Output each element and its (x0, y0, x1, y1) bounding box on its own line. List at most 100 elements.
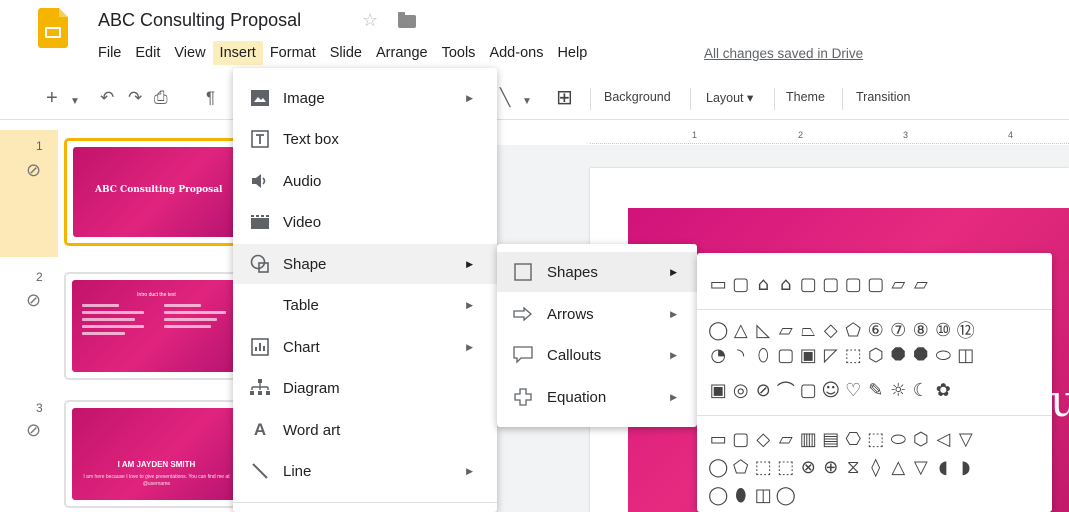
shape-option-icon[interactable]: ◯ (707, 484, 730, 506)
shape-option-icon[interactable]: ⬭ (887, 428, 910, 450)
line-tool-icon[interactable]: ╲ (500, 87, 510, 109)
shape-option-icon[interactable]: ☼ (887, 379, 910, 401)
shape-option-icon[interactable]: ⑩ (932, 319, 955, 341)
redo-icon[interactable]: ↷ (128, 87, 142, 109)
menu-item-diagram[interactable]: Diagram (233, 368, 497, 408)
shape-option-icon[interactable]: ⬮ (730, 484, 753, 506)
shape-option-icon[interactable]: ⌂ (775, 273, 798, 295)
shape-option-icon[interactable]: ▢ (842, 273, 865, 295)
shape-option-icon[interactable]: ◔ (707, 344, 730, 366)
shape-option-icon[interactable]: ☾ (910, 379, 933, 401)
folder-icon[interactable] (398, 12, 416, 28)
shape-option-icon[interactable]: ⬚ (842, 344, 865, 366)
menu-item-word-art[interactable]: A Word art (233, 410, 497, 450)
shape-option-icon[interactable]: ◖ (932, 456, 955, 478)
paint-format-icon[interactable]: ¶ (206, 87, 215, 109)
shape-option-icon[interactable]: ◫ (955, 344, 978, 366)
shape-option-icon[interactable]: ⬠ (730, 456, 753, 478)
document-title[interactable]: ABC Consulting Proposal (98, 10, 301, 31)
menu-item-audio[interactable]: Audio (233, 161, 497, 201)
menu-edit[interactable]: Edit (128, 41, 167, 65)
slide-thumbnail-2[interactable]: Intro duct the text (64, 272, 249, 380)
shape-option-icon[interactable]: ▢ (865, 273, 888, 295)
menu-view[interactable]: View (167, 41, 212, 65)
shape-option-icon[interactable]: ⊘ (752, 379, 775, 401)
shape-option-icon[interactable]: ▢ (820, 273, 843, 295)
shape-option-icon[interactable]: ▣ (707, 379, 730, 401)
shape-option-icon[interactable]: ▽ (955, 428, 978, 450)
link-icon[interactable]: ⊘ (26, 420, 41, 441)
shape-option-icon[interactable]: ▢ (797, 273, 820, 295)
shape-option-icon[interactable]: ▢ (730, 273, 753, 295)
star-icon[interactable]: ☆ (362, 10, 378, 31)
line-dropdown-icon[interactable]: ▼ (522, 91, 532, 113)
shape-option-icon[interactable]: ⑧ (910, 319, 933, 341)
link-icon[interactable]: ⊘ (26, 160, 41, 181)
shape-option-icon[interactable]: ⬡ (910, 428, 933, 450)
menu-item-shape[interactable]: Shape ▶ (233, 244, 497, 284)
shape-option-icon[interactable]: ▢ (775, 344, 798, 366)
menu-item-text-box[interactable]: Text box (233, 119, 497, 159)
shape-option-icon[interactable]: ▱ (775, 319, 798, 341)
menu-item-chart[interactable]: Chart ▶ (233, 327, 497, 367)
link-icon[interactable]: ⊘ (26, 290, 41, 311)
shape-option-icon[interactable]: ◺ (752, 319, 775, 341)
shape-option-icon[interactable]: ◁ (932, 428, 955, 450)
shape-option-icon[interactable]: ▥ (797, 428, 820, 450)
shape-option-icon[interactable]: ◯ (707, 456, 730, 478)
shape-option-icon[interactable]: ♡ (842, 379, 865, 401)
shape-option-icon[interactable]: ⬚ (865, 428, 888, 450)
undo-icon[interactable]: ↶ (100, 87, 114, 109)
shape-option-icon[interactable]: ⧖ (842, 456, 865, 478)
new-slide-dropdown-icon[interactable]: ▼ (70, 91, 80, 113)
print-icon[interactable]: ⎙ (154, 87, 168, 109)
shape-option-icon[interactable]: ◯ (707, 319, 730, 341)
shape-option-icon[interactable]: ⬚ (775, 456, 798, 478)
shape-option-icon[interactable]: ⌂ (752, 273, 775, 295)
shape-option-icon[interactable]: ✎ (865, 379, 888, 401)
shape-option-icon[interactable]: ▣ (797, 344, 820, 366)
menu-item-line[interactable]: Line ▶ (233, 451, 497, 491)
shape-option-icon[interactable]: ◊ (865, 456, 888, 478)
slide-title-text[interactable]: u (1050, 376, 1069, 427)
shape-option-icon[interactable]: ◎ (730, 379, 753, 401)
shape-option-icon[interactable]: ⊗ (797, 456, 820, 478)
shape-option-icon[interactable]: ⬡ (865, 344, 888, 366)
shape-option-icon[interactable]: ⯃ (887, 344, 910, 366)
shape-option-icon[interactable]: ⌒ (775, 379, 798, 402)
shape-option-icon[interactable]: ◗ (955, 456, 978, 478)
shape-option-icon[interactable]: ▢ (797, 379, 820, 401)
shape-option-icon[interactable]: ⬠ (842, 319, 865, 341)
menu-help[interactable]: Help (550, 41, 594, 65)
shape-option-icon[interactable]: ⊕ (820, 456, 843, 478)
background-button[interactable]: Background (604, 90, 671, 104)
shape-option-icon[interactable]: ▽ (910, 456, 933, 478)
menu-add-ons[interactable]: Add-ons (482, 41, 550, 65)
save-status-link[interactable]: All changes saved in Drive (704, 46, 863, 61)
shape-option-icon[interactable]: ▭ (707, 273, 730, 295)
shape-option-icon[interactable]: ☺ (820, 379, 843, 401)
shape-option-icon[interactable]: ⑫ (955, 319, 978, 342)
shape-option-icon[interactable]: ◇ (820, 319, 843, 341)
menu-item-table[interactable]: Table ▶ (233, 285, 497, 325)
menu-insert[interactable]: Insert (212, 41, 263, 65)
shape-option-icon[interactable]: ◝ (730, 344, 753, 366)
menu-tools[interactable]: Tools (435, 41, 483, 65)
slides-logo-icon[interactable] (38, 8, 68, 48)
shape-option-icon[interactable]: ⯃ (910, 344, 933, 366)
menu-arrange[interactable]: Arrange (369, 41, 435, 65)
shape-option-icon[interactable]: ◇ (752, 428, 775, 450)
submenu-item-callouts[interactable]: Callouts ▶ (497, 335, 697, 375)
shape-option-icon[interactable]: ⏢ (797, 319, 820, 341)
shape-option-icon[interactable]: △ (730, 319, 753, 341)
shape-option-icon[interactable]: ⬯ (752, 344, 775, 366)
menu-item-image[interactable]: Image ▶ (233, 78, 497, 118)
shape-option-icon[interactable]: ◸ (820, 344, 843, 366)
shape-option-icon[interactable]: ▱ (887, 273, 910, 295)
shape-option-icon[interactable]: ⎔ (842, 428, 865, 450)
shape-option-icon[interactable]: △ (887, 456, 910, 478)
shape-option-icon[interactable]: ▭ (707, 428, 730, 450)
shape-option-icon[interactable]: ⬚ (752, 456, 775, 478)
menu-file[interactable]: File (91, 41, 128, 65)
slide-thumbnail-1[interactable]: ABC Consulting Proposal (64, 138, 249, 246)
